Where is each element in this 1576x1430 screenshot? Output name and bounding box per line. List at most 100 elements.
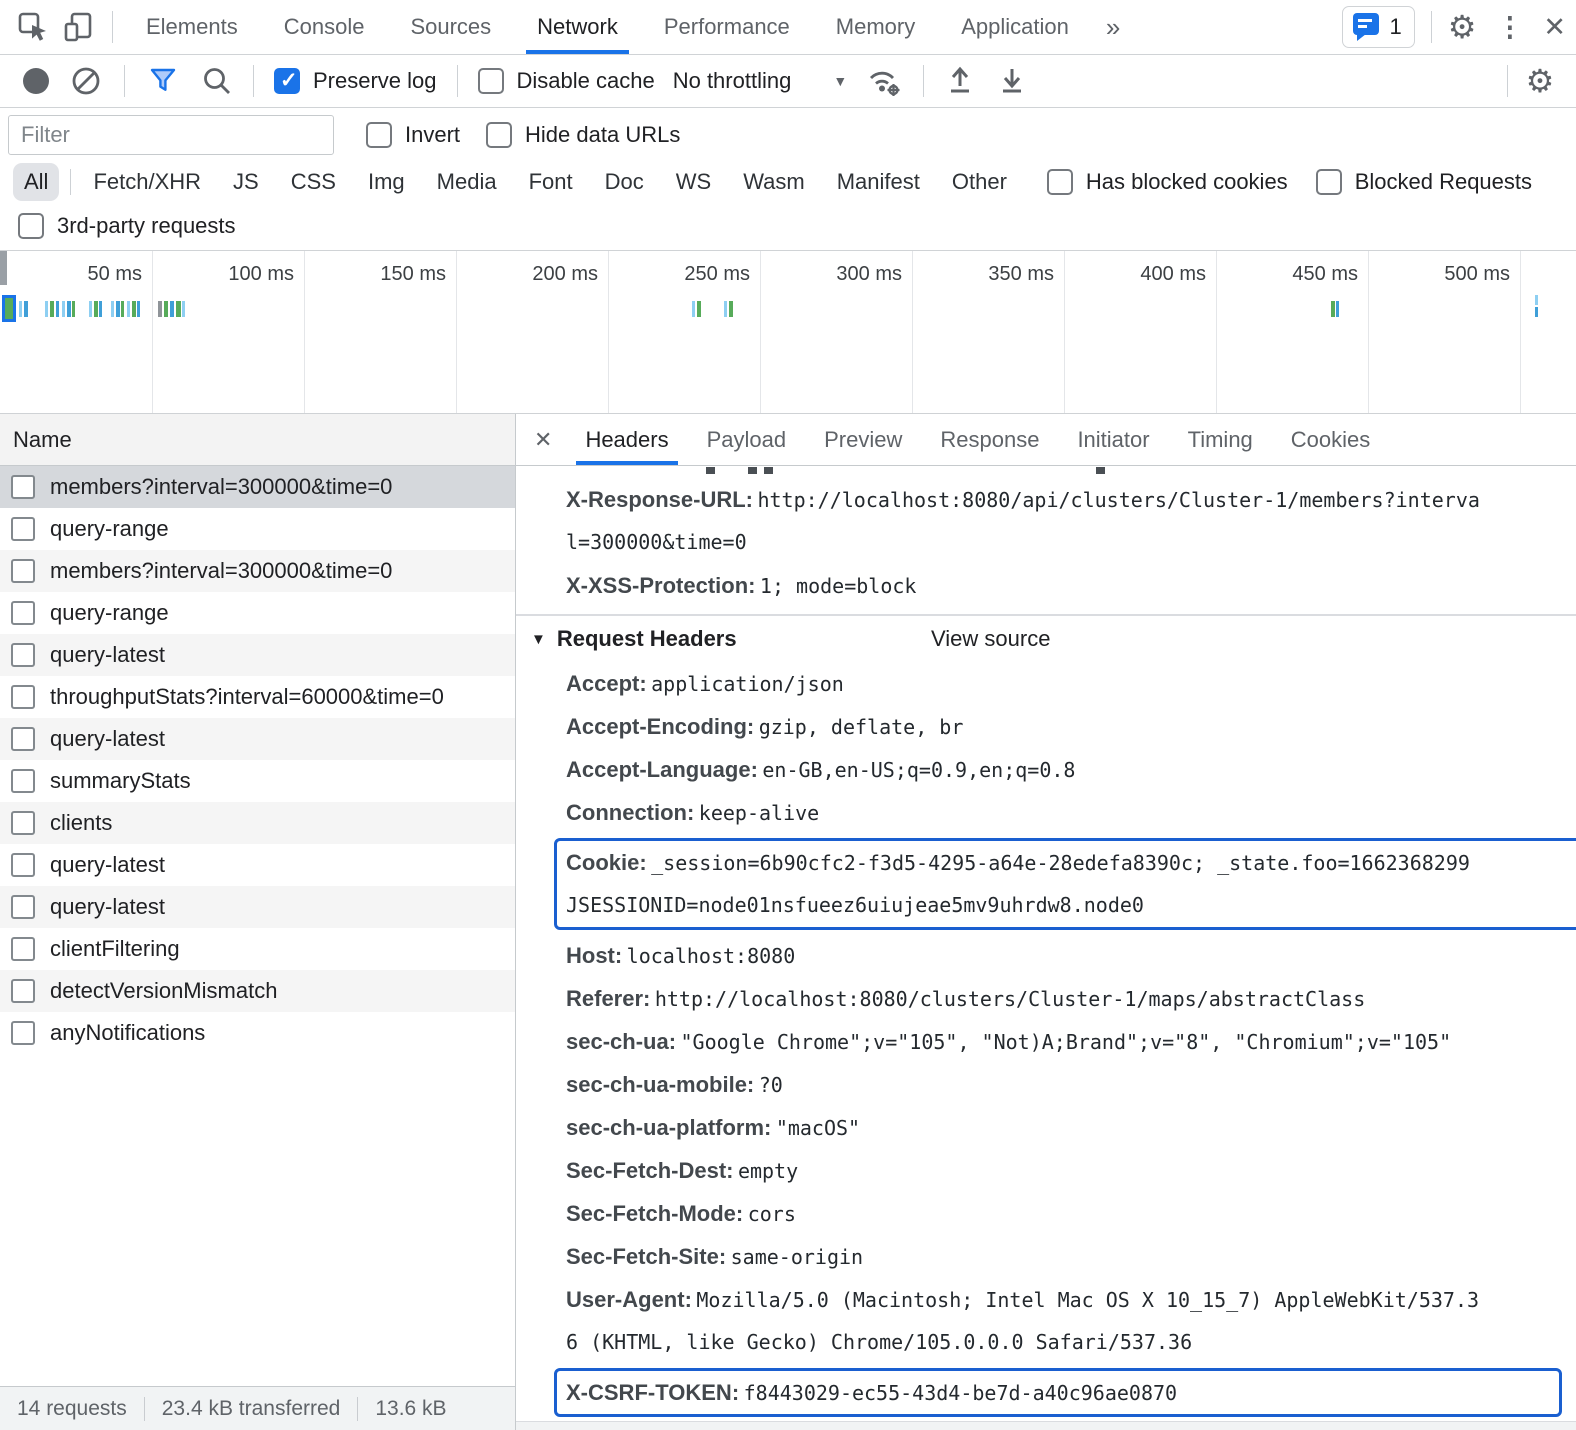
headers-content[interactable]: X-Response-URL: http://localhost:8080/ap… bbox=[516, 466, 1576, 1421]
device-toolbar-icon[interactable] bbox=[56, 5, 102, 49]
inspect-element-icon[interactable] bbox=[10, 5, 56, 49]
request-row[interactable]: throughputStats?interval=60000&time=0 bbox=[0, 676, 515, 718]
request-checkbox[interactable] bbox=[11, 853, 35, 877]
request-checkbox[interactable] bbox=[11, 643, 35, 667]
clear-network-log-icon[interactable] bbox=[58, 65, 114, 97]
header-name: Accept-Language: bbox=[566, 757, 758, 782]
request-checkbox[interactable] bbox=[11, 517, 35, 541]
response-headers-partial: X-Response-URL: http://localhost:8080/ap… bbox=[516, 478, 1576, 607]
request-checkbox[interactable] bbox=[11, 895, 35, 919]
filter-chip-media[interactable]: Media bbox=[426, 163, 508, 201]
highlighted-header-box: Cookie: _session=6b90cfc2-f3d5-4295-a64e… bbox=[554, 838, 1576, 930]
request-row[interactable]: detectVersionMismatch bbox=[0, 970, 515, 1012]
request-name: query-latest bbox=[50, 852, 165, 878]
throttling-dropdown[interactable]: No throttling ▼ bbox=[673, 68, 847, 94]
request-checkbox[interactable] bbox=[11, 937, 35, 961]
third-party-label: 3rd-party requests bbox=[57, 213, 236, 239]
request-row[interactable]: members?interval=300000&time=0 bbox=[0, 466, 515, 508]
request-checkbox[interactable] bbox=[11, 685, 35, 709]
export-har-icon[interactable] bbox=[986, 65, 1038, 97]
detail-tab-timing[interactable]: Timing bbox=[1169, 414, 1272, 465]
timeline-activity-bar bbox=[1336, 301, 1339, 317]
timeline-activity-bar bbox=[729, 301, 733, 317]
highlighted-header-box: X-CSRF-TOKEN: f8443029-ec55-43d4-be7d-a4… bbox=[554, 1368, 1562, 1417]
filter-chip-fetch-xhr[interactable]: Fetch/XHR bbox=[82, 163, 212, 201]
issues-count: 1 bbox=[1389, 14, 1401, 40]
blocked-requests-checkbox[interactable] bbox=[1316, 169, 1342, 195]
hide-data-urls-checkbox[interactable] bbox=[486, 122, 512, 148]
network-overview-timeline[interactable]: 50 ms100 ms150 ms200 ms250 ms300 ms350 m… bbox=[0, 251, 1576, 414]
timeline-gridline bbox=[1520, 251, 1521, 413]
request-row[interactable]: query-latest bbox=[0, 844, 515, 886]
request-checkbox[interactable] bbox=[11, 727, 35, 751]
detail-tab-payload[interactable]: Payload bbox=[688, 414, 806, 465]
request-checkbox[interactable] bbox=[11, 979, 35, 1003]
tab-performance[interactable]: Performance bbox=[641, 0, 813, 54]
horizontal-scrollbar-track[interactable] bbox=[516, 1421, 1576, 1430]
request-row[interactable]: members?interval=300000&time=0 bbox=[0, 550, 515, 592]
request-row[interactable]: clients bbox=[0, 802, 515, 844]
kebab-menu-icon[interactable]: ⋮ bbox=[1490, 12, 1529, 43]
detail-tab-cookies[interactable]: Cookies bbox=[1272, 414, 1389, 465]
timeline-activity-bar bbox=[697, 301, 701, 317]
filter-chip-doc[interactable]: Doc bbox=[594, 163, 655, 201]
more-tabs-button[interactable]: » bbox=[1092, 0, 1134, 54]
header-name: Connection: bbox=[566, 800, 694, 825]
request-row[interactable]: query-latest bbox=[0, 718, 515, 760]
request-name: throughputStats?interval=60000&time=0 bbox=[50, 684, 444, 710]
request-checkbox[interactable] bbox=[11, 559, 35, 583]
request-checkbox[interactable] bbox=[11, 769, 35, 793]
filter-chip-ws[interactable]: WS bbox=[665, 163, 722, 201]
detail-tab-initiator[interactable]: Initiator bbox=[1058, 414, 1168, 465]
third-party-checkbox[interactable] bbox=[18, 213, 44, 239]
disable-cache-checkbox[interactable] bbox=[478, 68, 504, 94]
header-line: sec-ch-ua-platform: "macOS" bbox=[516, 1106, 1576, 1149]
request-row[interactable]: query-latest bbox=[0, 634, 515, 676]
tab-console[interactable]: Console bbox=[261, 0, 388, 54]
network-conditions-icon[interactable] bbox=[855, 64, 913, 98]
record-network-log-icon[interactable] bbox=[14, 68, 58, 94]
view-source-button[interactable]: View source bbox=[931, 616, 1050, 662]
request-row[interactable]: query-latest bbox=[0, 886, 515, 928]
request-row[interactable]: query-range bbox=[0, 508, 515, 550]
issues-badge[interactable]: 1 bbox=[1342, 6, 1414, 48]
tab-memory[interactable]: Memory bbox=[813, 0, 938, 54]
filter-chip-img[interactable]: Img bbox=[357, 163, 416, 201]
request-checkbox[interactable] bbox=[11, 811, 35, 835]
settings-gear-icon[interactable]: ⚙ bbox=[1448, 8, 1477, 46]
filter-chip-wasm[interactable]: Wasm bbox=[732, 163, 816, 201]
request-row[interactable]: anyNotifications bbox=[0, 1012, 515, 1054]
filter-chip-font[interactable]: Font bbox=[518, 163, 584, 201]
detail-tab-headers[interactable]: Headers bbox=[566, 414, 687, 465]
import-har-icon[interactable] bbox=[934, 65, 986, 97]
tab-application[interactable]: Application bbox=[938, 0, 1092, 54]
disclosure-triangle-icon[interactable]: ▼ bbox=[531, 631, 546, 648]
header-value: http://localhost:8080/clusters/Cluster-1… bbox=[655, 987, 1365, 1011]
network-settings-gear-icon[interactable]: ⚙ bbox=[1518, 62, 1562, 100]
tab-elements[interactable]: Elements bbox=[123, 0, 261, 54]
request-checkbox[interactable] bbox=[11, 1021, 35, 1045]
request-row[interactable]: summaryStats bbox=[0, 760, 515, 802]
request-row[interactable]: clientFiltering bbox=[0, 928, 515, 970]
request-row[interactable]: query-range bbox=[0, 592, 515, 634]
name-column-header[interactable]: Name bbox=[0, 414, 515, 466]
filter-chip-js[interactable]: JS bbox=[222, 163, 270, 201]
request-checkbox[interactable] bbox=[11, 601, 35, 625]
filter-input[interactable] bbox=[8, 115, 334, 155]
has-blocked-cookies-checkbox[interactable] bbox=[1047, 169, 1073, 195]
filter-chip-all[interactable]: All bbox=[13, 163, 59, 201]
search-icon[interactable] bbox=[191, 65, 243, 97]
filter-funnel-icon[interactable] bbox=[135, 65, 191, 97]
request-checkbox[interactable] bbox=[11, 475, 35, 499]
preserve-log-checkbox[interactable] bbox=[274, 68, 300, 94]
filter-chip-other[interactable]: Other bbox=[941, 163, 1018, 201]
tab-network[interactable]: Network bbox=[514, 0, 641, 54]
filter-chip-css[interactable]: CSS bbox=[280, 163, 347, 201]
close-devtools-icon[interactable]: ✕ bbox=[1543, 12, 1566, 43]
tab-sources[interactable]: Sources bbox=[387, 0, 514, 54]
detail-tab-preview[interactable]: Preview bbox=[805, 414, 921, 465]
filter-chip-manifest[interactable]: Manifest bbox=[826, 163, 931, 201]
invert-checkbox[interactable] bbox=[366, 122, 392, 148]
close-detail-icon[interactable]: ✕ bbox=[520, 414, 566, 465]
detail-tab-response[interactable]: Response bbox=[921, 414, 1058, 465]
